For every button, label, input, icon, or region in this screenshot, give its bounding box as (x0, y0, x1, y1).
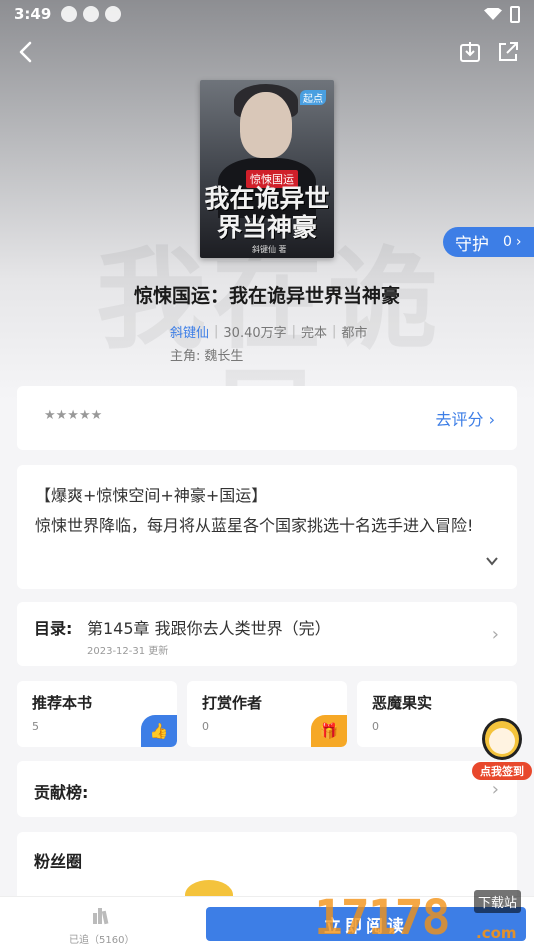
toc-label: 目录: (34, 619, 73, 638)
contribution-ranking-card[interactable]: 贡献榜: › (17, 761, 517, 817)
back-arrow-icon[interactable] (14, 38, 38, 66)
share-icon[interactable] (496, 40, 520, 64)
mini-card-title: 恶魔果实 (372, 694, 433, 712)
rate-link-label: 去评分 (435, 410, 484, 429)
book-meta: 斜键仙 | 30.40万字 | 完本 | 都市 (170, 322, 367, 341)
watermark-suffix: .com (476, 924, 517, 942)
chevron-down-icon[interactable] (485, 553, 499, 567)
sign-in-mascot[interactable]: 点我签到 (472, 718, 532, 782)
guard-button[interactable]: 守护 0 › (443, 227, 534, 257)
protagonist-name: 魏长生 (204, 349, 244, 364)
cover-title: 我在诡异世界当神豪 (204, 184, 330, 242)
intro-card[interactable]: 【爆爽+惊悚空间+神豪+国运】 惊悚世界降临，每月将从蓝星各个国家挑选十名选手进… (17, 465, 517, 589)
notification-icon (61, 6, 78, 22)
contribution-label: 贡献榜: (34, 783, 89, 802)
mini-card-count: 0 (202, 720, 209, 733)
wifi-icon (484, 8, 502, 20)
hero-watermark-text: 我在诡异 (96, 236, 444, 401)
sign-in-badge: 点我签到 (472, 762, 532, 780)
chevron-right-icon: › (515, 234, 522, 250)
meta-divider: | (332, 324, 337, 339)
rate-link[interactable]: 去评分 › (435, 406, 495, 430)
mini-card-count: 5 (32, 720, 39, 733)
chevron-right-icon: › (488, 410, 495, 429)
status-bar: 3:49 (0, 0, 534, 28)
book-title: 惊悚国运：我在诡异世界当神豪 (133, 285, 400, 307)
intro-synopsis: 惊悚世界降临，每月将从蓝星各个国家挑选十名选手进入冒险! (35, 516, 474, 535)
rating-card: ★★★★★ 去评分 › (17, 386, 517, 450)
chevron-right-icon: › (491, 624, 499, 645)
notification-icon (83, 6, 100, 22)
watermark-digits: 17178 (314, 890, 450, 946)
meta-divider: | (291, 324, 297, 339)
mini-card-title: 推荐本书 (32, 694, 93, 712)
tip-author-card[interactable]: 打赏作者 0 🎁 (187, 681, 347, 747)
bookshelf-icon[interactable] (91, 905, 111, 925)
status-time: 3:49 (14, 5, 52, 23)
toc-latest-chapter: 第145章 我跟你去人类世界（完） (87, 619, 331, 638)
thumbs-up-icon: 👍 (141, 715, 177, 747)
mini-card-count: 0 (372, 720, 379, 733)
cover-badge: 起点 (300, 90, 326, 105)
star-rating: ★★★★★ (44, 408, 103, 423)
download-icon[interactable] (458, 40, 482, 64)
recommend-card[interactable]: 推荐本书 5 👍 (17, 681, 177, 747)
table-of-contents-card[interactable]: 目录: 第145章 我跟你去人类世界（完） 2023-12-31 更新 › (17, 602, 517, 666)
protagonist-label: 主角: (170, 349, 201, 364)
cover-art-face (240, 92, 292, 158)
book-cover[interactable]: 起点 惊悚国运 我在诡异世界当神豪 斜键仙 著 (200, 80, 334, 258)
guard-count: 0 (503, 234, 512, 250)
protagonist-line: 主角: 魏长生 (170, 345, 243, 364)
intro-text: 【爆爽+惊悚空间+神豪+国运】 惊悚世界降临，每月将从蓝星各个国家挑选十名选手进… (35, 481, 483, 541)
battery-icon (510, 5, 520, 23)
chevron-right-icon: › (491, 779, 499, 800)
book-category: 都市 (341, 326, 368, 341)
guard-label: 守护 (455, 234, 489, 255)
gift-icon: 🎁 (311, 715, 347, 747)
book-status: 完本 (301, 326, 328, 341)
toc-updated-date: 2023-12-31 更新 (87, 646, 169, 657)
mascot-face (489, 728, 515, 754)
cover-author: 斜键仙 著 (252, 245, 287, 254)
watermark-tag: 下载站 (474, 890, 522, 913)
meta-divider: | (214, 324, 219, 339)
author-link[interactable]: 斜键仙 (170, 322, 209, 341)
site-watermark: 17178 下载站 .com (314, 886, 534, 950)
fan-circle-label: 粉丝圈 (34, 852, 83, 871)
follow-count-label[interactable]: 已追（5160） (69, 931, 134, 946)
top-navigation (0, 38, 534, 68)
intro-tags: 【爆爽+惊悚空间+神豪+国运】 (35, 486, 268, 505)
notification-icon (105, 6, 122, 22)
mini-card-title: 打赏作者 (202, 694, 263, 712)
notification-icons (61, 6, 122, 22)
word-count: 30.40万字 (223, 326, 287, 341)
